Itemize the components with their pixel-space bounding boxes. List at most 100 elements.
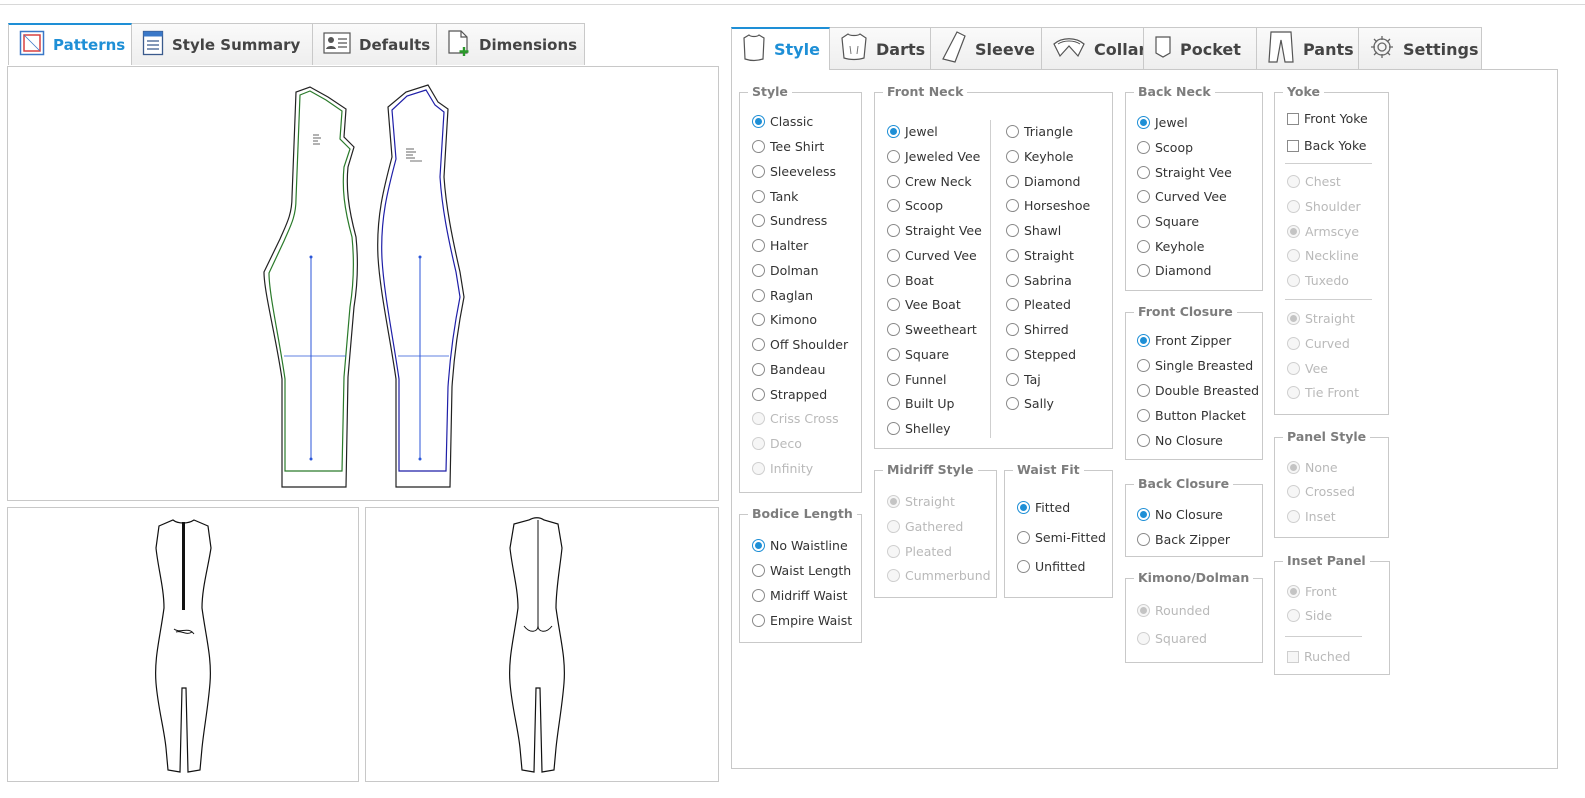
radio-style-criss-cross[interactable]: Criss Cross — [752, 411, 839, 426]
radio-front-neck-scoop[interactable]: Scoop — [887, 198, 943, 213]
radio-button[interactable] — [1006, 298, 1019, 311]
radio-front-neck-sabrina[interactable]: Sabrina — [1006, 273, 1072, 288]
radio-bodice-no-waistline[interactable]: No Waistline — [752, 538, 848, 553]
radio-button[interactable] — [1006, 150, 1019, 163]
radio-front-neck-curved-vee[interactable]: Curved Vee — [887, 248, 977, 263]
radio-button[interactable] — [1006, 274, 1019, 287]
checkbox[interactable] — [1287, 139, 1299, 152]
radio-panel-crossed[interactable]: Crossed — [1287, 484, 1355, 499]
radio-yoke-tie-front[interactable]: Tie Front — [1287, 385, 1359, 400]
radio-button[interactable] — [1006, 373, 1019, 386]
radio-button[interactable] — [752, 289, 765, 302]
radio-panel-inset[interactable]: Inset — [1287, 509, 1336, 524]
radio-button[interactable] — [752, 388, 765, 401]
radio-button[interactable] — [1137, 166, 1150, 179]
radio-button[interactable] — [887, 373, 900, 386]
radio-button[interactable] — [1287, 461, 1300, 474]
radio-button[interactable] — [887, 422, 900, 435]
radio-button[interactable] — [752, 412, 765, 425]
radio-yoke-neckline[interactable]: Neckline — [1287, 248, 1359, 263]
radio-style-infinity[interactable]: Infinity — [752, 461, 813, 476]
radio-waist-unfitted[interactable]: Unfitted — [1017, 559, 1085, 574]
radio-button[interactable] — [1287, 510, 1300, 523]
radio-button[interactable] — [1287, 200, 1300, 213]
checkbox[interactable] — [1287, 650, 1299, 663]
radio-front-neck-straight[interactable]: Straight — [1006, 248, 1074, 263]
tab-dimensions[interactable]: Dimensions — [436, 23, 585, 65]
radio-back-neck-straight-vee[interactable]: Straight Vee — [1137, 165, 1232, 180]
radio-front-neck-taj[interactable]: Taj — [1006, 372, 1041, 387]
radio-front-neck-crew-neck[interactable]: Crew Neck — [887, 174, 972, 189]
radio-button[interactable] — [887, 224, 900, 237]
radio-back-closure-no-closure[interactable]: No Closure — [1137, 507, 1223, 522]
radio-button[interactable] — [1287, 175, 1300, 188]
radio-button[interactable] — [1287, 249, 1300, 262]
radio-yoke-tuxedo[interactable]: Tuxedo — [1287, 273, 1349, 288]
radio-style-off-shoulder[interactable]: Off Shoulder — [752, 337, 848, 352]
radio-button[interactable] — [1017, 531, 1030, 544]
radio-front-neck-built-up[interactable]: Built Up — [887, 396, 954, 411]
radio-button[interactable] — [752, 140, 765, 153]
radio-button[interactable] — [1006, 249, 1019, 262]
tab-collar[interactable]: Collar — [1041, 27, 1146, 70]
radio-panel-none[interactable]: None — [1287, 460, 1338, 475]
radio-front-closure-double-breasted[interactable]: Double Breasted — [1137, 383, 1259, 398]
tab-sleeve[interactable]: Sleeve — [930, 27, 1042, 70]
radio-style-raglan[interactable]: Raglan — [752, 288, 813, 303]
radio-button[interactable] — [752, 589, 765, 602]
radio-bodice-empire-waist[interactable]: Empire Waist — [752, 613, 852, 628]
radio-style-sleeveless[interactable]: Sleeveless — [752, 164, 836, 179]
radio-front-neck-square[interactable]: Square — [887, 347, 949, 362]
radio-button[interactable] — [752, 462, 765, 475]
radio-button[interactable] — [1137, 359, 1150, 372]
radio-back-neck-curved-vee[interactable]: Curved Vee — [1137, 189, 1227, 204]
radio-button[interactable] — [1006, 397, 1019, 410]
radio-button[interactable] — [1137, 190, 1150, 203]
radio-button[interactable] — [887, 298, 900, 311]
radio-style-strapped[interactable]: Strapped — [752, 387, 827, 402]
radio-button[interactable] — [1137, 334, 1150, 347]
radio-button[interactable] — [1017, 560, 1030, 573]
radio-bodice-waist-length[interactable]: Waist Length — [752, 563, 851, 578]
radio-style-kimono[interactable]: Kimono — [752, 312, 817, 327]
radio-yoke-chest[interactable]: Chest — [1287, 174, 1341, 189]
radio-button[interactable] — [1137, 264, 1150, 277]
radio-button[interactable] — [752, 239, 765, 252]
radio-button[interactable] — [752, 190, 765, 203]
radio-button[interactable] — [1137, 240, 1150, 253]
radio-front-neck-vee-boat[interactable]: Vee Boat — [887, 297, 961, 312]
radio-kimono-rounded[interactable]: Rounded — [1137, 603, 1210, 618]
radio-button[interactable] — [752, 313, 765, 326]
radio-front-neck-pleated[interactable]: Pleated — [1006, 297, 1071, 312]
front-view-pane[interactable] — [7, 507, 359, 782]
radio-front-neck-horseshoe[interactable]: Horseshoe — [1006, 198, 1090, 213]
radio-front-neck-shirred[interactable]: Shirred — [1006, 322, 1069, 337]
radio-midriff-cummerbund[interactable]: Cummerbund — [887, 568, 991, 583]
radio-button[interactable] — [887, 520, 900, 533]
radio-button[interactable] — [1137, 215, 1150, 228]
radio-front-closure-single-breasted[interactable]: Single Breasted — [1137, 358, 1253, 373]
radio-front-neck-jeweled-vee[interactable]: Jeweled Vee — [887, 149, 980, 164]
radio-front-neck-funnel[interactable]: Funnel — [887, 372, 946, 387]
radio-back-neck-diamond[interactable]: Diamond — [1137, 263, 1211, 278]
radio-button[interactable] — [1017, 501, 1030, 514]
radio-button[interactable] — [1137, 508, 1150, 521]
radio-button[interactable] — [1006, 175, 1019, 188]
pattern-view-pane[interactable] — [7, 66, 719, 501]
radio-waist-fitted[interactable]: Fitted — [1017, 500, 1070, 515]
radio-button[interactable] — [887, 323, 900, 336]
checkbox[interactable] — [1287, 112, 1299, 125]
radio-style-classic[interactable]: Classic — [752, 114, 813, 129]
radio-kimono-squared[interactable]: Squared — [1137, 631, 1207, 646]
radio-button[interactable] — [1287, 485, 1300, 498]
radio-back-neck-square[interactable]: Square — [1137, 214, 1199, 229]
radio-button[interactable] — [1006, 348, 1019, 361]
tab-darts[interactable]: Darts — [829, 27, 931, 70]
radio-button[interactable] — [752, 214, 765, 227]
radio-button[interactable] — [1137, 141, 1150, 154]
radio-style-deco[interactable]: Deco — [752, 436, 802, 451]
radio-midriff-gathered[interactable]: Gathered — [887, 519, 963, 534]
radio-yoke-vee[interactable]: Vee — [1287, 361, 1328, 376]
radio-yoke-armscye[interactable]: Armscye — [1287, 224, 1359, 239]
radio-button[interactable] — [887, 125, 900, 138]
